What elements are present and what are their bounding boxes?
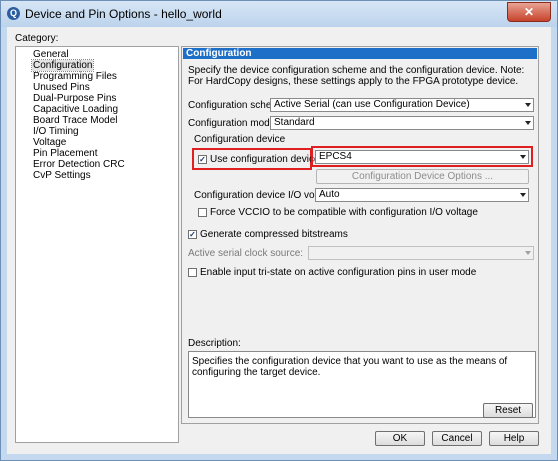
dialog-client-area: Category: General Configuration Programm… [7,27,551,454]
dialog-window: Q Device and Pin Options - hello_world ✕… [0,0,558,461]
io-voltage-select-value: Auto [319,189,340,200]
title-bar[interactable]: Q Device and Pin Options - hello_world ✕ [1,1,557,27]
category-label: Category: [15,33,59,44]
force-vccio-label: Force VCCIO to be compatible with config… [210,207,478,218]
close-button[interactable]: ✕ [507,2,551,22]
category-item-error-detection-crc[interactable]: Error Detection CRC [33,159,125,170]
config-device-options-button[interactable]: Configuration Device Options ... [316,169,529,184]
category-item-cvp-settings[interactable]: CvP Settings [33,170,91,181]
panel-description: Specify the device configuration scheme … [188,65,525,87]
mode-label: Configuration mode: [188,118,279,129]
reset-button[interactable]: Reset [483,403,533,418]
description-label: Description: [188,338,241,349]
category-item-capacitive-loading[interactable]: Capacitive Loading [33,104,118,115]
clock-source-label: Active serial clock source: [188,248,304,259]
scheme-select[interactable]: Active Serial (can use Configuration Dev… [270,98,534,112]
scheme-select-value: Active Serial (can use Configuration Dev… [274,99,470,110]
compressed-bitstreams-label: Generate compressed bitstreams [200,229,348,240]
force-vccio-checkbox[interactable] [198,208,207,217]
category-list[interactable]: General Configuration Programming Files … [15,46,179,443]
config-device-select[interactable]: EPCS4 [315,150,529,164]
cancel-button[interactable]: Cancel [432,431,482,446]
ok-button[interactable]: OK [375,431,425,446]
compressed-bitstreams-checkbox[interactable]: ✓ [188,230,197,239]
tristate-label: Enable input tri-state on active configu… [200,267,477,278]
config-device-select-value: EPCS4 [319,151,352,162]
quartus-app-icon: Q [7,7,20,20]
config-device-group-label: Configuration device [194,134,286,145]
tristate-checkbox[interactable] [188,268,197,277]
chevron-down-icon [525,121,531,125]
mode-select[interactable]: Standard [270,116,534,130]
category-item-dual-purpose-pins[interactable]: Dual-Purpose Pins [33,93,116,104]
category-item-board-trace-model[interactable]: Board Trace Model [33,115,118,126]
chevron-down-icon [525,251,531,255]
io-voltage-select[interactable]: Auto [315,188,529,202]
category-item-programming-files[interactable]: Programming Files [33,71,117,82]
configuration-panel: Configuration Specify the device configu… [181,46,539,424]
help-button[interactable]: Help [489,431,539,446]
category-item-configuration[interactable]: Configuration [30,59,95,72]
chevron-down-icon [525,103,531,107]
window-title: Device and Pin Options - hello_world [25,7,222,21]
chevron-down-icon [520,193,526,197]
chevron-down-icon [520,155,526,159]
category-item-voltage[interactable]: Voltage [33,137,66,148]
category-item-general[interactable]: General [33,49,69,60]
category-item-pin-placement[interactable]: Pin Placement [33,148,97,159]
category-item-unused-pins[interactable]: Unused Pins [33,82,90,93]
use-config-device-label: Use configuration device: [210,154,323,165]
mode-select-value: Standard [274,117,315,128]
category-item-io-timing[interactable]: I/O Timing [33,126,79,137]
use-config-device-checkbox[interactable]: ✓ [198,155,207,164]
clock-source-select[interactable] [308,246,534,260]
panel-title: Configuration [183,48,537,59]
